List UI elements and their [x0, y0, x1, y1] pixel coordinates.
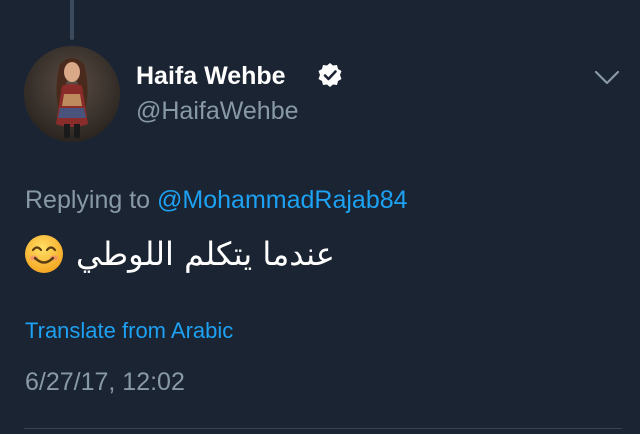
tweet-body: عندما يتكلم اللوطي: [76, 235, 335, 273]
author-handle[interactable]: @HaifaWehbe: [136, 97, 299, 126]
divider: [24, 428, 622, 429]
avatar[interactable]: [24, 46, 120, 142]
author-display-name[interactable]: Haifa Wehbe: [136, 62, 286, 91]
reply-mention-link[interactable]: @MohammadRajab84: [157, 186, 408, 214]
profile-photo-icon: [24, 46, 120, 142]
smiling-face-emoji-icon: [25, 235, 63, 273]
chevron-down-icon[interactable]: [594, 70, 620, 86]
tweet-text: عندما يتكلم اللوطي: [24, 234, 335, 274]
thread-connector-line: [70, 0, 74, 40]
replying-to-line: Replying to @MohammadRajab84: [25, 186, 408, 215]
tweet-timestamp[interactable]: 6/27/17, 12:02: [25, 368, 185, 397]
verified-badge-icon: [318, 63, 342, 87]
translate-link[interactable]: Translate from Arabic: [25, 318, 233, 344]
replying-prefix: Replying to: [25, 186, 151, 214]
